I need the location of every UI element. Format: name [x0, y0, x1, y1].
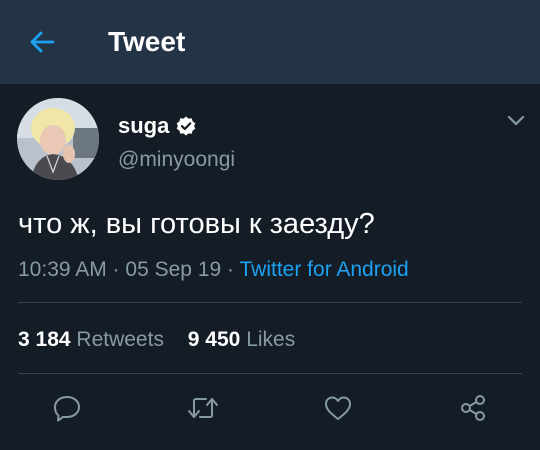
- tweet-text: что ж, вы готовы к заезду?: [18, 208, 375, 240]
- avatar-image: [17, 98, 99, 180]
- likes-count: 9 450: [187, 328, 241, 351]
- divider: [18, 373, 522, 374]
- arrow-left-icon: [29, 30, 55, 59]
- top-bar: Tweet: [0, 0, 540, 85]
- reply-icon: [52, 394, 82, 427]
- verified-badge-icon: [175, 115, 197, 137]
- reply-button[interactable]: [47, 392, 87, 428]
- retweets-count: 3 184: [18, 328, 71, 351]
- likes-stat[interactable]: 9 450 Likes: [188, 326, 295, 354]
- likes-label: Likes: [246, 328, 296, 351]
- retweets-stat[interactable]: 3 184 Retweets: [18, 326, 164, 354]
- retweets-label: Retweets: [76, 328, 164, 351]
- back-button[interactable]: [20, 24, 64, 64]
- tweet-stats: 3 184 Retweets 9 450 Likes: [18, 326, 295, 354]
- tweet-source-link[interactable]: Twitter for Android: [240, 258, 409, 281]
- tweet-date: 05 Sep 19: [125, 258, 222, 281]
- author-handle[interactable]: @minyoongi: [118, 148, 235, 172]
- share-button[interactable]: [453, 392, 493, 428]
- tweet-meta: 10:39 AM · 05 Sep 19 · Twitter for Andro…: [18, 256, 409, 284]
- retweet-icon: [186, 395, 220, 426]
- avatar[interactable]: [17, 98, 99, 180]
- display-name: suga: [118, 113, 170, 138]
- meta-separator: ·: [112, 258, 120, 281]
- tweet-menu-button[interactable]: [503, 110, 529, 136]
- author-name-row[interactable]: suga: [118, 112, 197, 140]
- chevron-down-icon: [507, 114, 525, 132]
- share-icon: [458, 393, 488, 428]
- like-icon: [323, 394, 353, 427]
- retweet-button[interactable]: [183, 392, 223, 428]
- page-title: Tweet: [108, 26, 186, 57]
- tweet-time: 10:39 AM: [18, 258, 107, 281]
- meta-separator: ·: [227, 258, 235, 281]
- like-button[interactable]: [318, 392, 358, 428]
- divider: [18, 302, 522, 303]
